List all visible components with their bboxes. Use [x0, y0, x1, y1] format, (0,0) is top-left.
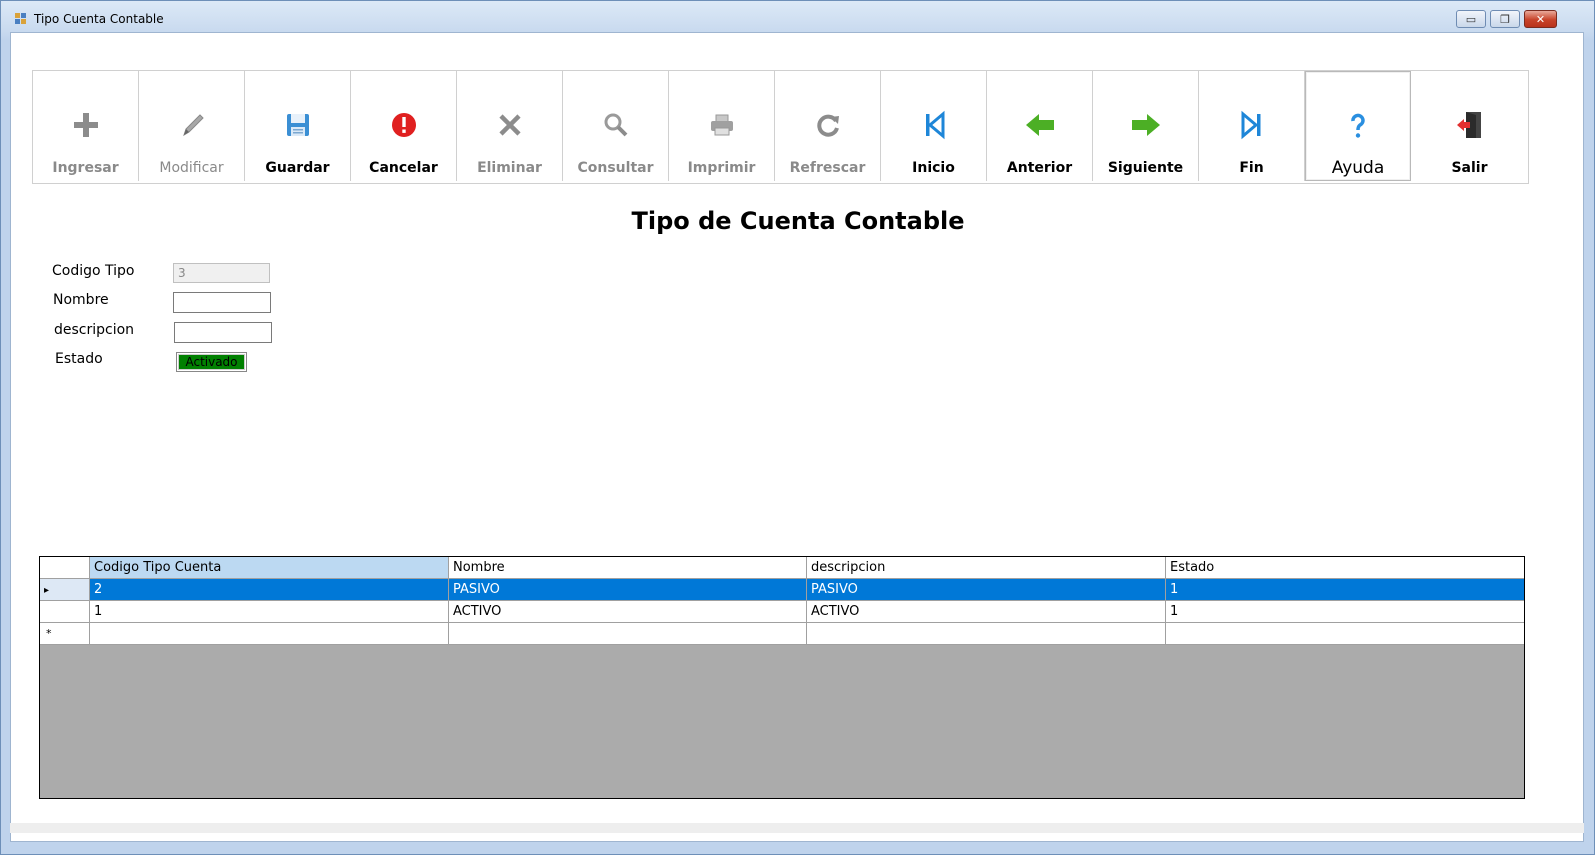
guardar-label: Guardar	[265, 160, 330, 176]
help-question-icon	[1351, 113, 1365, 138]
cell-codigo[interactable]	[90, 623, 449, 645]
app-icon	[15, 13, 26, 24]
cancelar-label: Cancelar	[369, 160, 438, 176]
grid-corner[interactable]	[40, 557, 90, 579]
skip-last-icon	[1241, 110, 1260, 140]
cell-nombre[interactable]: PASIVO	[449, 579, 807, 601]
estado-value: Activado	[178, 354, 245, 370]
new-row[interactable]: *	[40, 623, 1524, 645]
codigo-tipo-label: Codigo Tipo	[52, 263, 135, 279]
anterior-button[interactable]: Anterior	[987, 71, 1093, 181]
inicio-label: Inicio	[912, 160, 955, 176]
salir-label: Salir	[1451, 160, 1488, 176]
error-circle-icon	[391, 113, 416, 137]
modificar-button[interactable]: Modificar	[139, 71, 245, 181]
imprimir-button[interactable]: Imprimir	[669, 71, 775, 181]
imprimir-label: Imprimir	[687, 160, 756, 176]
toolbar: Ingresar Modificar Guardar Cancelar Elim…	[32, 70, 1529, 184]
column-header-codigo[interactable]: Codigo Tipo Cuenta	[90, 557, 449, 579]
codigo-tipo-field[interactable]: 3	[173, 263, 270, 283]
printer-icon	[710, 114, 733, 136]
eliminar-label: Eliminar	[477, 160, 542, 176]
row-selector[interactable]	[40, 601, 90, 623]
status-strip	[10, 823, 1584, 833]
exit-door-icon	[1456, 112, 1481, 138]
refrescar-button[interactable]: Refrescar	[775, 71, 881, 181]
maximize-icon: ❐	[1500, 12, 1510, 26]
ingresar-button[interactable]: Ingresar	[33, 71, 139, 181]
cell-descripcion[interactable]	[807, 623, 1166, 645]
guardar-button[interactable]: Guardar	[245, 71, 351, 181]
skip-first-icon	[925, 110, 944, 140]
nombre-field[interactable]	[173, 292, 271, 313]
x-delete-icon	[498, 114, 521, 136]
refresh-icon	[816, 114, 839, 137]
pencil-icon	[182, 114, 204, 137]
cell-estado[interactable]: 1	[1166, 579, 1524, 601]
fin-button[interactable]: Fin	[1199, 71, 1305, 181]
ayuda-button[interactable]: Ayuda	[1305, 71, 1411, 181]
ingresar-label: Ingresar	[52, 160, 119, 176]
window-title: Tipo Cuenta Contable	[34, 12, 164, 26]
cell-codigo[interactable]: 1	[90, 601, 449, 623]
column-header-descripcion[interactable]: descripcion	[807, 557, 1166, 579]
column-header-estado[interactable]: Estado	[1166, 557, 1524, 579]
anterior-label: Anterior	[1006, 160, 1073, 176]
cancelar-button[interactable]: Cancelar	[351, 71, 457, 181]
form-client-area: Ingresar Modificar Guardar Cancelar Elim…	[10, 32, 1584, 842]
title-bar[interactable]: Tipo Cuenta Contable ▭ ❐ ✕	[1, 1, 1594, 32]
nombre-label: Nombre	[53, 292, 109, 308]
grid-header-row: Codigo Tipo Cuenta Nombre descripcion Es…	[40, 557, 1524, 579]
app-window: Tipo Cuenta Contable ▭ ❐ ✕ Ingresar Modi…	[0, 0, 1595, 855]
cell-codigo[interactable]: 2	[90, 579, 449, 601]
arrow-right-icon	[1131, 114, 1160, 136]
column-header-nombre[interactable]: Nombre	[449, 557, 807, 579]
cell-estado[interactable]	[1166, 623, 1524, 645]
cell-nombre[interactable]: ACTIVO	[449, 601, 807, 623]
cell-estado[interactable]: 1	[1166, 601, 1524, 623]
arrow-left-icon	[1025, 114, 1054, 136]
magnifier-icon	[604, 113, 627, 137]
cell-descripcion[interactable]: PASIVO	[807, 579, 1166, 601]
minimize-icon: ▭	[1465, 12, 1477, 26]
refrescar-label: Refrescar	[789, 160, 866, 176]
descripcion-field[interactable]	[174, 322, 272, 343]
consultar-label: Consultar	[577, 160, 654, 176]
row-selector[interactable]: ▸	[40, 579, 90, 601]
estado-label: Estado	[55, 351, 103, 367]
estado-toggle[interactable]: Activado	[176, 352, 247, 372]
ayuda-label: Ayuda	[1331, 158, 1385, 178]
new-row-asterisk-icon: *	[46, 627, 52, 640]
floppy-disk-icon	[286, 114, 309, 136]
cell-nombre[interactable]	[449, 623, 807, 645]
eliminar-button[interactable]: Eliminar	[457, 71, 563, 181]
fin-label: Fin	[1239, 160, 1264, 176]
plus-icon	[73, 113, 98, 137]
descripcion-label: descripcion	[54, 322, 135, 338]
table-row[interactable]: 1 ACTIVO ACTIVO 1	[40, 601, 1524, 623]
maximize-button[interactable]: ❐	[1490, 10, 1520, 28]
data-grid[interactable]: Codigo Tipo Cuenta Nombre descripcion Es…	[39, 556, 1525, 799]
cell-descripcion[interactable]: ACTIVO	[807, 601, 1166, 623]
inicio-button[interactable]: Inicio	[881, 71, 987, 181]
minimize-button[interactable]: ▭	[1456, 10, 1486, 28]
close-icon: ✕	[1535, 12, 1546, 26]
table-row[interactable]: ▸ 2 PASIVO PASIVO 1	[40, 579, 1524, 601]
salir-button[interactable]: Salir	[1411, 71, 1528, 181]
row-selector[interactable]: *	[40, 623, 90, 645]
page-title: Tipo de Cuenta Contable	[631, 207, 965, 235]
modificar-label: Modificar	[159, 160, 224, 176]
current-row-arrow-icon: ▸	[44, 585, 50, 596]
close-button[interactable]: ✕	[1524, 10, 1557, 28]
consultar-button[interactable]: Consultar	[563, 71, 669, 181]
siguiente-label: Siguiente	[1107, 160, 1184, 176]
siguiente-button[interactable]: Siguiente	[1093, 71, 1199, 181]
